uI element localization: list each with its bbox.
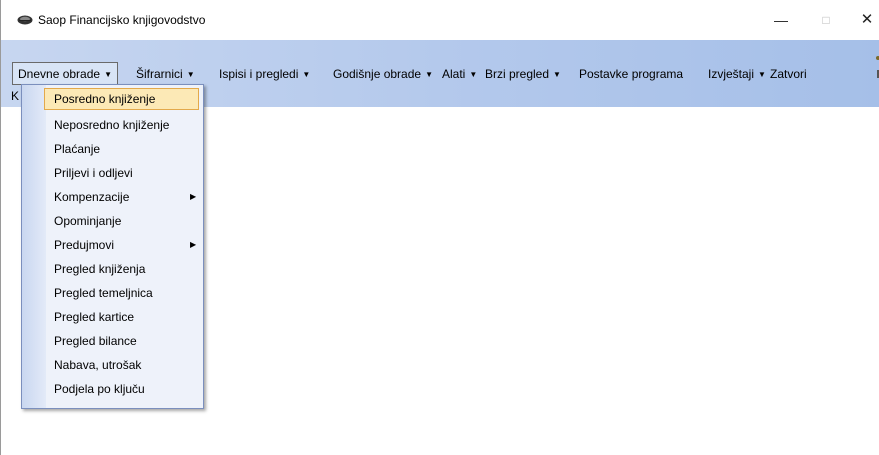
menu-item-pregled-bilance[interactable]: Pregled bilance: [22, 330, 203, 352]
menu-label: Šifrarnici: [136, 67, 183, 81]
menu-item-posredno-knjizenje[interactable]: Posredno knjiženje: [44, 88, 199, 110]
menu-label: Godišnje obrade: [333, 67, 422, 81]
toolbar-edge-icon: [876, 56, 879, 78]
menu-label: Postavke programa: [579, 67, 684, 81]
submenu-arrow-icon: ▶: [190, 192, 197, 201]
menu-item-pregled-temeljnica[interactable]: Pregled temeljnica: [22, 282, 203, 304]
menu-item-pregled-kartice[interactable]: Pregled kartice: [22, 306, 203, 328]
menu-label: Zatvori: [770, 67, 807, 81]
maximize-button[interactable]: □: [816, 10, 836, 30]
minimize-button[interactable]: —: [771, 10, 791, 30]
menu-label: Alati: [442, 67, 466, 81]
menu-item-placanje[interactable]: Plaćanje: [22, 138, 203, 160]
menu-izvjestaji[interactable]: Izvještaji ▼: [708, 67, 766, 81]
menu-label: Brzi pregled: [485, 67, 550, 81]
menu-item-label: Pregled kartice: [54, 310, 135, 324]
menu-label: Dnevne obrade: [18, 67, 101, 81]
dropdown-arrow-icon: ▼: [104, 70, 112, 79]
close-button[interactable]: ✕: [857, 10, 877, 30]
window-title: Saop Financijsko knjigovodstvo: [38, 13, 206, 27]
menu-alati[interactable]: Alati ▼: [442, 67, 477, 81]
menu-item-pregled-knjizenja[interactable]: Pregled knjiženja: [22, 258, 203, 280]
menu-godisnje-obrade[interactable]: Godišnje obrade ▼: [333, 67, 433, 81]
menu-sifrarnici[interactable]: Šifrarnici ▼: [136, 67, 195, 81]
menu-item-label: Pregled bilance: [54, 334, 137, 348]
menu-zatvori[interactable]: Zatvori: [770, 67, 807, 81]
dropdown-arrow-icon: ▼: [553, 70, 561, 79]
dropdown-arrow-icon: ▼: [302, 70, 311, 79]
menu-partial-label: K: [11, 89, 20, 103]
app-window: Saop Financijsko knjigovodstvo — □ ✕ Dne…: [0, 0, 879, 455]
dnevne-obrade-dropdown: Posredno knjiženje Neposredno knjiženje …: [21, 84, 204, 409]
menu-item-label: Kompenzacije: [54, 190, 130, 204]
menu-item-label: Priljevi i odljevi: [54, 166, 133, 180]
menu-item-label: Opominjanje: [54, 214, 122, 228]
menu-postavke-programa[interactable]: Postavke programa: [579, 67, 683, 81]
menu-dnevne-obrade[interactable]: Dnevne obrade ▼: [12, 62, 118, 85]
menu-item-label: Plaćanje: [54, 142, 101, 156]
menu-item-predujmovi[interactable]: Predujmovi ▶: [22, 234, 203, 256]
menu-item-opominjanje[interactable]: Opominjanje: [22, 210, 203, 232]
menu-item-nabava-utrosak[interactable]: Nabava, utrošak: [22, 354, 203, 376]
menu-item-neposredno-knjizenje[interactable]: Neposredno knjiženje: [22, 114, 203, 136]
menu-item-kompenzacije[interactable]: Kompenzacije ▶: [22, 186, 203, 208]
menu-item-podjela-po-kljucu[interactable]: Podjela po ključu: [22, 378, 203, 400]
menu-label: Izvještaji: [708, 67, 755, 81]
dropdown-arrow-icon: ▼: [425, 70, 433, 79]
menu-item-label: Pregled knjiženja: [54, 262, 146, 276]
menu-ispisi-i-pregledi[interactable]: Ispisi i pregledi ▼: [219, 67, 310, 81]
dropdown-arrow-icon: ▼: [186, 70, 195, 79]
title-bar: Saop Financijsko knjigovodstvo — □ ✕: [1, 0, 879, 40]
menu-item-label: Predujmovi: [54, 238, 115, 252]
app-logo-icon: [17, 15, 33, 25]
menu-item-label: Pregled temeljnica: [54, 286, 153, 300]
menu-label: Ispisi i pregledi: [219, 67, 299, 81]
menu-item-label: Neposredno knjiženje: [54, 118, 170, 132]
menu-item-label: Posredno knjiženje: [54, 92, 156, 106]
menu-item-label: Podjela po ključu: [54, 382, 145, 396]
dropdown-arrow-icon: ▼: [469, 70, 478, 79]
menu-item-priljevi-i-odljevi[interactable]: Priljevi i odljevi: [22, 162, 203, 184]
menu-item-label: Nabava, utrošak: [54, 358, 142, 372]
submenu-arrow-icon: ▶: [190, 240, 197, 249]
menu-brzi-pregled[interactable]: Brzi pregled ▼: [485, 67, 561, 81]
dropdown-arrow-icon: ▼: [758, 70, 766, 79]
